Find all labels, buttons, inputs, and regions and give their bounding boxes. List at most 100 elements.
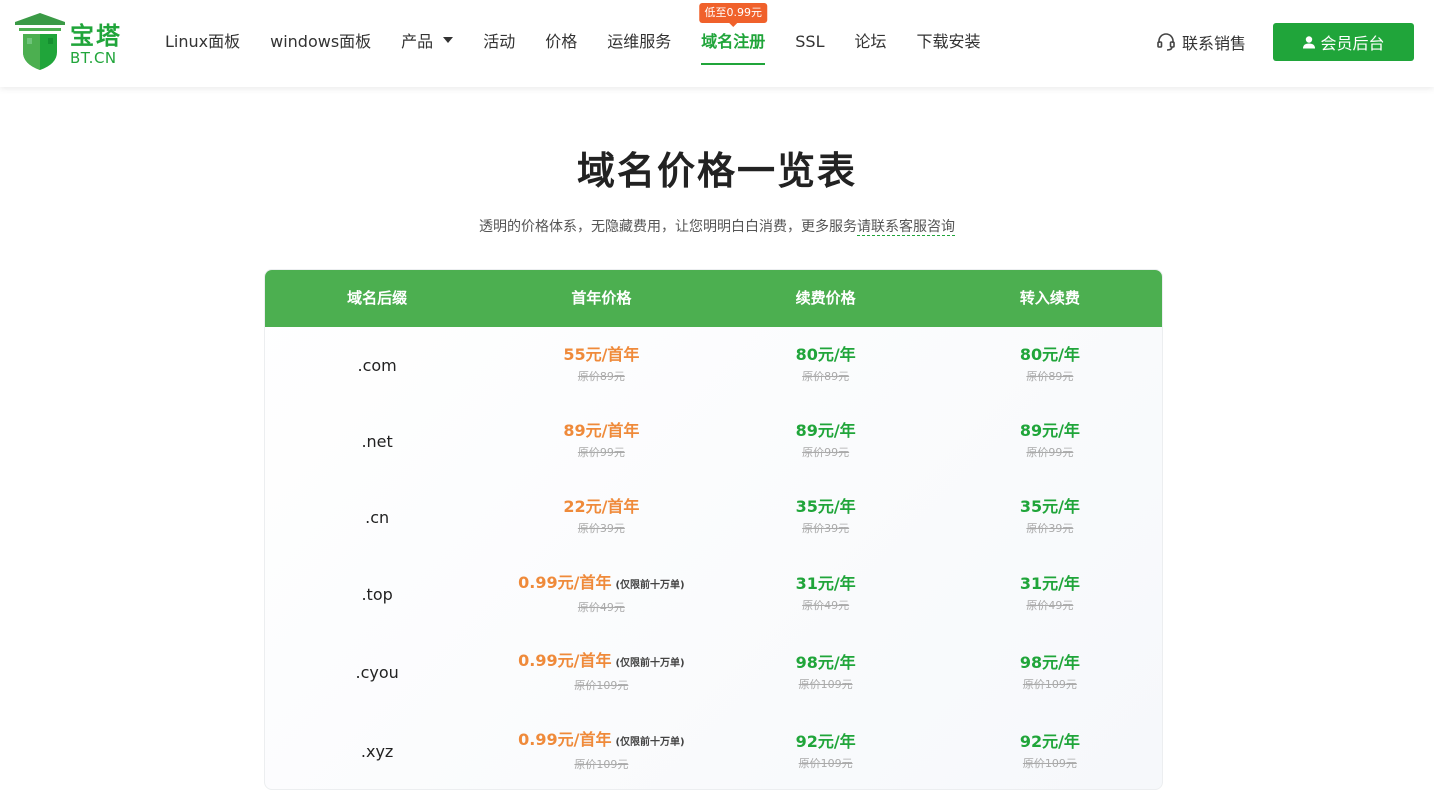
renewal-price-cell: 92元/年原价109元 <box>714 731 938 773</box>
transfer-price: 35元/年 <box>1019 497 1080 516</box>
first-year-price-cell: 89元/首年 原价99元 <box>489 420 713 462</box>
renewal-original-price: 原价49元 <box>802 599 850 612</box>
contact-sales-link[interactable]: 联系销售 <box>1156 30 1246 54</box>
nav-item-label: 论坛 <box>854 32 887 51</box>
transfer-price-cell: 35元/年原价39元 <box>938 496 1162 538</box>
promo-note: (仅限前十万单) <box>615 658 685 669</box>
first-year-original-price: 原价49元 <box>577 600 625 614</box>
first-year-original-price: 原价109元 <box>574 679 629 692</box>
renewal-price-cell: 35元/年 原价39元 <box>714 496 938 538</box>
first-year-price-line: 89元/首年 <box>489 420 713 442</box>
renewal-original-price: 原价109元 <box>798 677 853 691</box>
nav-item-label: 产品 <box>401 32 434 51</box>
first-year-price-cell: 0.99元/首年 (仅限前十万单) 原价109元 <box>489 729 713 774</box>
transfer-price-cell: 98元/年原价109元 <box>938 652 1162 694</box>
first-year-price-cell: 55元/首年原价89元 <box>489 344 713 386</box>
table-row: .cn 22元/首年 原价39元 35元/年 原价39元 35元/年 原价39元 <box>265 479 1162 555</box>
nav-item-ops-service[interactable]: 运维服务 <box>592 0 686 87</box>
domain-suffix: .cn <box>365 507 390 527</box>
column-header-renewal: 续费价格 <box>795 289 856 307</box>
domain-suffix: .net <box>361 431 393 451</box>
transfer-original-price: 原价49元 <box>1026 599 1074 612</box>
renewal-price-cell: 98元/年原价109元 <box>714 652 938 694</box>
table-body: .com 55元/首年 原价89元 80元/年 原价89元 80元/年 原价89元 .net 8… <box>265 327 1162 789</box>
nav-item-label: windows面板 <box>270 32 372 51</box>
first-year-price-line: 0.99元/首年 (仅限前十万单) <box>489 650 713 675</box>
first-year-price: 0.99元/首年 <box>518 572 612 592</box>
first-year-price-line: 55元/首年 <box>489 344 713 366</box>
nav-item-label: SSL <box>795 32 825 51</box>
first-year-original-price: 原价109元 <box>574 758 629 771</box>
member-center-label: 会员后台 <box>1320 34 1385 53</box>
promo-note: (仅限前十万单) <box>615 579 685 591</box>
transfer-original-price: 原价99元 <box>1026 446 1074 459</box>
first-year-price: 55元/首年 <box>563 345 640 364</box>
table-row: .top 0.99元/首年 (仅限前十万单) 原价49元 31元/年 原价49元 31元/年… <box>265 555 1162 633</box>
first-year-price-line: 0.99元/首年 (仅限前十万单) <box>489 729 713 754</box>
transfer-original-price: 原价109元 <box>1022 677 1077 691</box>
main-nav: Linux面板 windows面板 产品 活动 价格 运维服务 低至0.99元 … <box>150 0 996 87</box>
renewal-original-price: 原价109元 <box>798 756 853 770</box>
nav-item-label: 运维服务 <box>607 32 672 51</box>
nav-item-linux-panel[interactable]: Linux面板 <box>150 0 255 87</box>
table-header: 域名后缀 首年价格 续费价格 转入续费 <box>265 270 1162 327</box>
transfer-price-cell: 92元/年 原价109元 <box>938 731 1162 773</box>
transfer-original-price: 原价109元 <box>1022 756 1077 770</box>
site-header: 宝塔 BT.CN Linux面板 windows面板 产品 活动 价格 运维服务… <box>0 0 1434 87</box>
user-icon <box>1303 36 1316 49</box>
headset-icon <box>1157 33 1175 51</box>
member-center-button[interactable]: 会员后台 <box>1273 23 1414 61</box>
transfer-price: 98元/年 <box>1019 652 1080 672</box>
table-row: .xyz 0.99元/首年 (仅限前十万单) 原价109元 92元/年 原价109元 92元… <box>265 712 1162 789</box>
column-header-transfer: 转入续费 <box>1019 289 1080 307</box>
first-year-original-price: 原价89元 <box>577 370 625 383</box>
nav-item-forum[interactable]: 论坛 <box>839 0 901 87</box>
renewal-original-price: 原价39元 <box>802 522 850 535</box>
first-year-price-cell: 0.99元/首年 (仅限前十万单) 原价49元 <box>489 572 713 617</box>
logo-name: 宝塔 <box>70 22 122 50</box>
first-year-price-cell: 0.99元/首年 (仅限前十万单) 原价109元 <box>489 650 713 695</box>
pagoda-shield-icon <box>15 13 65 70</box>
nav-item-label: 域名注册 <box>701 32 766 51</box>
renewal-price-cell: 80元/年 原价89元 <box>714 344 938 386</box>
renewal-price-cell: 31元/年原价49元 <box>714 573 938 615</box>
nav-item-ssl[interactable]: SSL <box>780 0 839 87</box>
table-row: .net 89元/首年 原价99元 89元/年 原价99元 89元/年 原价99元 <box>265 403 1162 479</box>
first-year-original-price: 原价39元 <box>577 522 625 535</box>
nav-item-domain-registration[interactable]: 低至0.99元 域名注册 <box>686 0 780 87</box>
nav-item-pricing[interactable]: 价格 <box>530 0 592 87</box>
logo-domain: BT.CN <box>70 49 117 67</box>
renewal-price: 98元/年 <box>795 652 856 672</box>
domain-suffix: .xyz <box>360 742 394 761</box>
contact-support-link[interactable]: 请联系客服咨询 <box>857 219 955 236</box>
renewal-original-price: 原价89元 <box>802 370 850 383</box>
transfer-price: 31元/年 <box>1019 574 1080 593</box>
first-year-price-cell: 22元/首年原价39元 <box>489 496 713 538</box>
nav-item-label: 活动 <box>483 32 516 51</box>
nav-item-label: 价格 <box>545 32 578 51</box>
domain-suffix: .cyou <box>355 663 399 682</box>
nav-item-windows-panel[interactable]: windows面板 <box>255 0 386 87</box>
first-year-price: 22元/首年 <box>563 497 640 516</box>
renewal-price-cell: 89元/年 原价99元 <box>714 420 938 462</box>
transfer-price: 80元/年 <box>1019 345 1080 364</box>
subtitle-text: 透明的价格体系，无隐藏费用，让您明明白白消费，更多服务 <box>479 219 857 235</box>
page-subtitle: 透明的价格体系，无隐藏费用，让您明明白白消费，更多服务请联系客服咨询 <box>0 216 1434 236</box>
renewal-price: 31元/年 <box>795 574 856 593</box>
nav-item-activities[interactable]: 活动 <box>468 0 530 87</box>
renewal-price: 92元/年 <box>795 731 856 751</box>
transfer-price-cell: 89元/年原价99元 <box>938 420 1162 462</box>
domain-suffix: .com <box>357 355 397 375</box>
nav-item-products[interactable]: 产品 <box>386 0 468 87</box>
nav-item-label: Linux面板 <box>165 32 241 51</box>
transfer-original-price: 原价39元 <box>1026 522 1074 535</box>
transfer-original-price: 原价89元 <box>1026 370 1074 383</box>
site-logo[interactable]: 宝塔 BT.CN <box>13 12 123 72</box>
column-header-first-year: 首年价格 <box>571 289 632 307</box>
first-year-price: 0.99元/首年 <box>518 651 612 670</box>
table-row: .com 55元/首年 原价89元 80元/年 原价89元 80元/年 原价89元 <box>265 327 1162 403</box>
renewal-original-price: 原价99元 <box>802 446 850 459</box>
nav-item-download[interactable]: 下载安装 <box>902 0 996 87</box>
transfer-price: 89元/年 <box>1019 421 1080 440</box>
column-header-suffix: 域名后缀 <box>347 289 408 307</box>
